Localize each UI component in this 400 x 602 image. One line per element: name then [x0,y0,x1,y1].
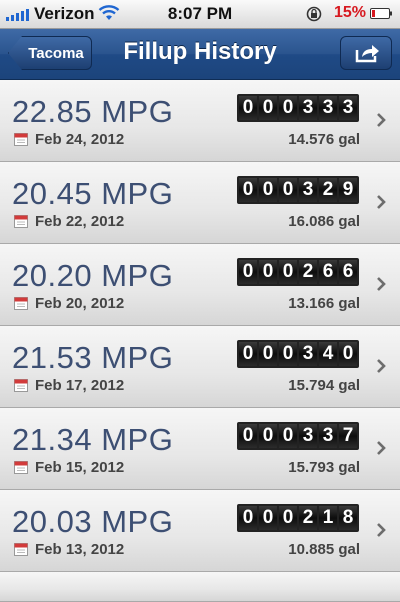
gallons-value: 13.166 gal [288,295,360,312]
odometer-digit: 0 [279,96,297,120]
odometer-digit: 0 [279,178,297,202]
odometer-digit: 0 [259,178,277,202]
fillup-date: Feb 17, 2012 [35,377,125,394]
odometer-digit: 2 [299,260,317,284]
mpg-value: 20.45 MPG [12,176,174,211]
calendar-icon [14,461,28,474]
odometer-digit: 0 [259,342,277,366]
odometer-digit: 3 [299,178,317,202]
odometer-readout: 000218 [237,504,359,532]
odometer-readout: 000340 [237,340,359,368]
fillup-list: 22.85 MPG Feb 24, 2012 0 0 0 3 3 3 14.576 gal 20.… [0,80,400,602]
calendar-icon [14,543,28,556]
odometer-digit: 1 [319,506,337,530]
fillup-row[interactable] [0,572,400,602]
odometer-digit: 6 [319,260,337,284]
chevron-right-icon [377,277,386,291]
odometer-digit: 0 [239,260,257,284]
fillup-date: Feb 22, 2012 [35,213,125,230]
odometer-digit: 0 [279,342,297,366]
mpg-value: 21.34 MPG [12,422,174,457]
fillup-date: Feb 20, 2012 [35,295,125,312]
odometer-digit: 0 [239,424,257,448]
fillup-row[interactable]: 21.34 MPG Feb 15, 2012 0 0 0 3 3 7 15.793 gal [0,408,400,490]
gallons-value: 10.885 gal [288,541,360,558]
share-icon [355,45,379,63]
odometer-readout: 000333 [237,94,359,122]
odometer-digit: 0 [259,260,277,284]
odometer-digit: 0 [259,506,277,530]
odometer-digit: 2 [319,178,337,202]
odometer-digit: 3 [319,96,337,120]
odometer-digit: 7 [339,424,357,448]
odometer-digit: 6 [339,260,357,284]
chevron-right-icon [377,359,386,373]
fillup-date: Feb 24, 2012 [35,131,125,148]
odometer-digit: 0 [239,178,257,202]
odometer-readout: 000337 [237,422,359,450]
gallons-value: 14.576 gal [288,131,360,148]
odometer-digit: 9 [339,178,357,202]
odometer-digit: 0 [259,424,277,448]
odometer-digit: 0 [279,260,297,284]
odometer-digit: 0 [239,342,257,366]
odometer-digit: 3 [319,424,337,448]
gallons-value: 15.793 gal [288,459,360,476]
rotation-lock-icon [306,6,322,22]
odometer-digit: 3 [299,424,317,448]
fillup-row[interactable]: 20.03 MPG Feb 13, 2012 0 0 0 2 1 8 10.885 gal [0,490,400,572]
status-bar: Verizon 8:07 PM 15% [0,0,400,29]
fillup-row[interactable]: 20.20 MPG Feb 20, 2012 0 0 0 2 6 6 13.166 gal [0,244,400,326]
odometer-digit: 0 [279,506,297,530]
calendar-icon [14,379,28,392]
battery-icon [370,8,392,19]
odometer-digit: 0 [259,96,277,120]
chevron-right-icon [377,523,386,537]
chevron-right-icon [377,441,386,455]
chevron-right-icon [377,113,386,127]
calendar-icon [14,215,28,228]
fillup-date: Feb 13, 2012 [35,541,125,558]
fillup-row[interactable]: 21.53 MPG Feb 17, 2012 0 0 0 3 4 0 15.794 gal [0,326,400,408]
odometer-digit: 0 [239,506,257,530]
odometer-readout: 000266 [237,258,359,286]
share-button[interactable] [340,36,392,70]
odometer-digit: 3 [299,96,317,120]
calendar-icon [14,297,28,310]
odometer-digit: 3 [299,342,317,366]
mpg-value: 20.03 MPG [12,504,174,539]
calendar-icon [14,133,28,146]
fillup-row[interactable]: 22.85 MPG Feb 24, 2012 0 0 0 3 3 3 14.576 gal [0,80,400,162]
odometer-digit: 4 [319,342,337,366]
odometer-digit: 8 [339,506,357,530]
odometer-readout: 000329 [237,176,359,204]
gallons-value: 15.794 gal [288,377,360,394]
navigation-bar: Tacoma Fillup History [0,29,400,80]
odometer-digit: 0 [239,96,257,120]
battery-percent: 15% [334,4,367,21]
mpg-value: 22.85 MPG [12,94,174,129]
chevron-right-icon [377,195,386,209]
odometer-digit: 2 [299,506,317,530]
fillup-date: Feb 15, 2012 [35,459,125,476]
mpg-value: 20.20 MPG [12,258,174,293]
fillup-row[interactable]: 20.45 MPG Feb 22, 2012 0 0 0 3 2 9 16.086 gal [0,162,400,244]
odometer-digit: 3 [339,96,357,120]
gallons-value: 16.086 gal [288,213,360,230]
mpg-value: 21.53 MPG [12,340,174,375]
odometer-digit: 0 [339,342,357,366]
odometer-digit: 0 [279,424,297,448]
